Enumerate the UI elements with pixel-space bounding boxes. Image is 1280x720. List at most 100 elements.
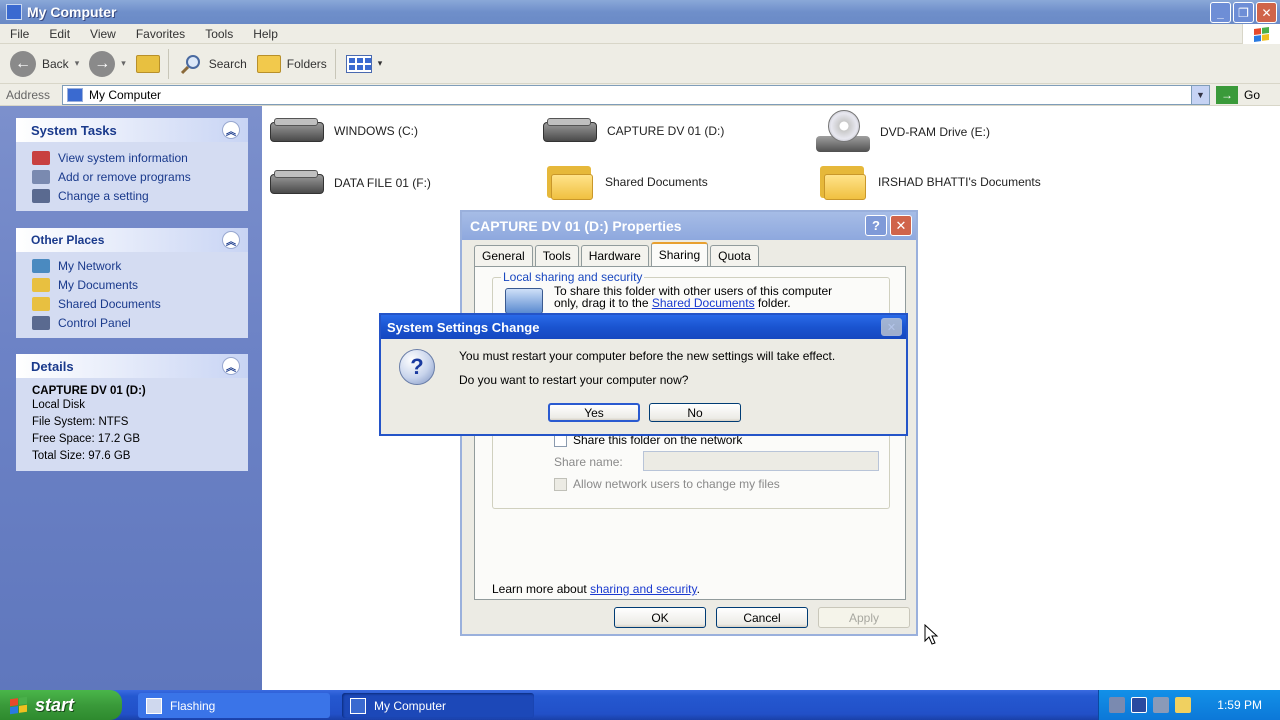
tray-display-icon[interactable] — [1131, 697, 1147, 713]
shared-documents-link[interactable]: Shared Documents — [652, 296, 755, 310]
tab-sharing[interactable]: Sharing — [650, 242, 709, 266]
search-label: Search — [208, 56, 247, 71]
drive-item-d[interactable]: CAPTURE DV 01 (D:) — [541, 116, 724, 146]
add-remove-icon — [32, 169, 50, 184]
tray-star-icon[interactable] — [1175, 697, 1191, 713]
close-button[interactable]: ✕ — [881, 318, 902, 336]
question-icon: ? — [399, 349, 435, 385]
system-info-icon — [32, 150, 50, 165]
forward-dropdown-icon[interactable]: ▾ — [121, 58, 126, 69]
folder-label: Shared Documents — [605, 175, 708, 189]
tab-general[interactable]: General — [474, 245, 533, 266]
go-button[interactable]: → Go — [1216, 86, 1260, 104]
system-tasks-header[interactable]: System Tasks ︽ — [16, 118, 248, 142]
apply-button[interactable]: Apply — [818, 607, 910, 628]
collapse-chevron-icon[interactable]: ︽ — [222, 357, 240, 375]
help-button[interactable]: ? — [865, 215, 887, 236]
menu-tools[interactable]: Tools — [195, 27, 243, 41]
tray-network-icon[interactable] — [1153, 697, 1169, 713]
settings-dialog-title-bar: System Settings Change ✕ — [381, 315, 906, 339]
sharing-security-link[interactable]: sharing and security — [590, 582, 697, 596]
tab-quota[interactable]: Quota — [710, 245, 759, 266]
system-tasks-title: System Tasks — [31, 122, 117, 138]
address-field[interactable]: My Computer ▼ — [62, 85, 1210, 105]
restart-message: You must restart your computer before th… — [459, 349, 836, 363]
menu-bar: File Edit View Favorites Tools Help — [0, 24, 1280, 44]
drive-label: DATA FILE 01 (F:) — [334, 176, 431, 190]
control-panel-link[interactable]: Control Panel — [32, 313, 248, 332]
my-computer-icon — [6, 4, 22, 20]
menu-edit[interactable]: Edit — [39, 27, 80, 41]
menu-file[interactable]: File — [0, 27, 39, 41]
my-network-link[interactable]: My Network — [32, 256, 248, 275]
hard-drive-icon — [541, 116, 599, 146]
taskbar: start Flashing My Computer 1:59 PM — [0, 690, 1280, 720]
back-button[interactable]: ← Back ▾ — [10, 50, 80, 77]
collapse-chevron-icon[interactable]: ︽ — [222, 231, 240, 249]
ok-button[interactable]: OK — [614, 607, 706, 628]
task-pane: System Tasks ︽ View system information A… — [0, 106, 262, 690]
forward-arrow-icon: → — [89, 50, 116, 77]
window-title: My Computer — [27, 4, 117, 20]
control-panel-icon — [32, 188, 50, 203]
my-documents-link[interactable]: My Documents — [32, 275, 248, 294]
folder-label: IRSHAD BHATTI's Documents — [878, 175, 1041, 189]
address-dropdown-icon[interactable]: ▼ — [1191, 86, 1209, 104]
views-button[interactable]: ▾ — [345, 54, 382, 73]
window-icon — [146, 697, 162, 714]
shared-documents-item[interactable]: Shared Documents — [543, 162, 708, 202]
menu-help[interactable]: Help — [243, 27, 288, 41]
maximize-button[interactable]: ❐ — [1233, 2, 1254, 23]
close-button[interactable]: ✕ — [1256, 2, 1277, 23]
other-places-header[interactable]: Other Places ︽ — [16, 228, 248, 252]
allow-change-checkbox[interactable] — [554, 477, 567, 491]
folders-button[interactable]: Folders — [256, 54, 327, 73]
search-button[interactable]: Search — [179, 52, 247, 76]
close-button[interactable]: ✕ — [890, 215, 912, 236]
view-system-info-link[interactable]: View system information — [32, 148, 248, 167]
no-button[interactable]: No — [649, 403, 741, 422]
other-places-panel: Other Places ︽ My Network My Documents S… — [16, 228, 248, 338]
settings-dialog-title: System Settings Change — [387, 319, 540, 335]
taskbar-button-flashing[interactable]: Flashing — [138, 693, 330, 718]
tab-hardware[interactable]: Hardware — [580, 245, 649, 266]
tab-tools[interactable]: Tools — [534, 245, 579, 266]
shared-documents-link[interactable]: Shared Documents — [32, 294, 248, 313]
change-setting-link[interactable]: Change a setting — [32, 186, 248, 205]
go-label: Go — [1244, 88, 1261, 102]
forward-button[interactable]: → ▾ — [89, 50, 126, 77]
allow-change-checkbox-row[interactable]: Allow network users to change my files — [554, 477, 780, 491]
yes-button[interactable]: Yes — [548, 403, 640, 422]
restart-question: Do you want to restart your computer now… — [459, 373, 689, 387]
search-icon — [179, 52, 203, 76]
system-tray: 1:59 PM — [1098, 690, 1280, 720]
add-remove-programs-link[interactable]: Add or remove programs — [32, 167, 248, 186]
windows-logo-icon — [1242, 24, 1280, 44]
start-button[interactable]: start — [0, 690, 122, 720]
details-total-size: Total Size: 97.6 GB — [32, 450, 131, 462]
network-icon — [32, 258, 50, 273]
menu-favorites[interactable]: Favorites — [126, 27, 195, 41]
user-documents-item[interactable]: IRSHAD BHATTI's Documents — [816, 162, 1041, 202]
back-dropdown-icon[interactable]: ▾ — [75, 58, 80, 69]
my-computer-icon — [350, 697, 366, 714]
toolbar-separator — [334, 48, 336, 79]
share-name-input[interactable] — [643, 451, 879, 471]
tray-monitor-icon[interactable] — [1109, 697, 1125, 713]
allow-change-label: Allow network users to change my files — [573, 477, 780, 491]
details-file-system: File System: NTFS — [32, 416, 129, 428]
menu-view[interactable]: View — [80, 27, 126, 41]
hard-drive-icon — [268, 116, 326, 146]
toolbar-separator — [167, 48, 169, 79]
cancel-button[interactable]: Cancel — [716, 607, 808, 628]
drive-item-f[interactable]: DATA FILE 01 (F:) — [268, 168, 431, 198]
taskbar-button-my-computer[interactable]: My Computer — [342, 693, 534, 718]
hard-drive-icon — [268, 168, 326, 198]
properties-title-bar: CAPTURE DV 01 (D:) Properties ? ✕ — [462, 212, 916, 240]
drive-item-c[interactable]: WINDOWS (C:) — [268, 116, 418, 146]
details-header[interactable]: Details ︽ — [16, 354, 248, 378]
up-folder-button[interactable] — [135, 54, 160, 73]
drive-item-e[interactable]: DVD-RAM Drive (E:) — [814, 110, 990, 154]
minimize-button[interactable]: _ — [1210, 2, 1231, 23]
collapse-chevron-icon[interactable]: ︽ — [222, 121, 240, 139]
